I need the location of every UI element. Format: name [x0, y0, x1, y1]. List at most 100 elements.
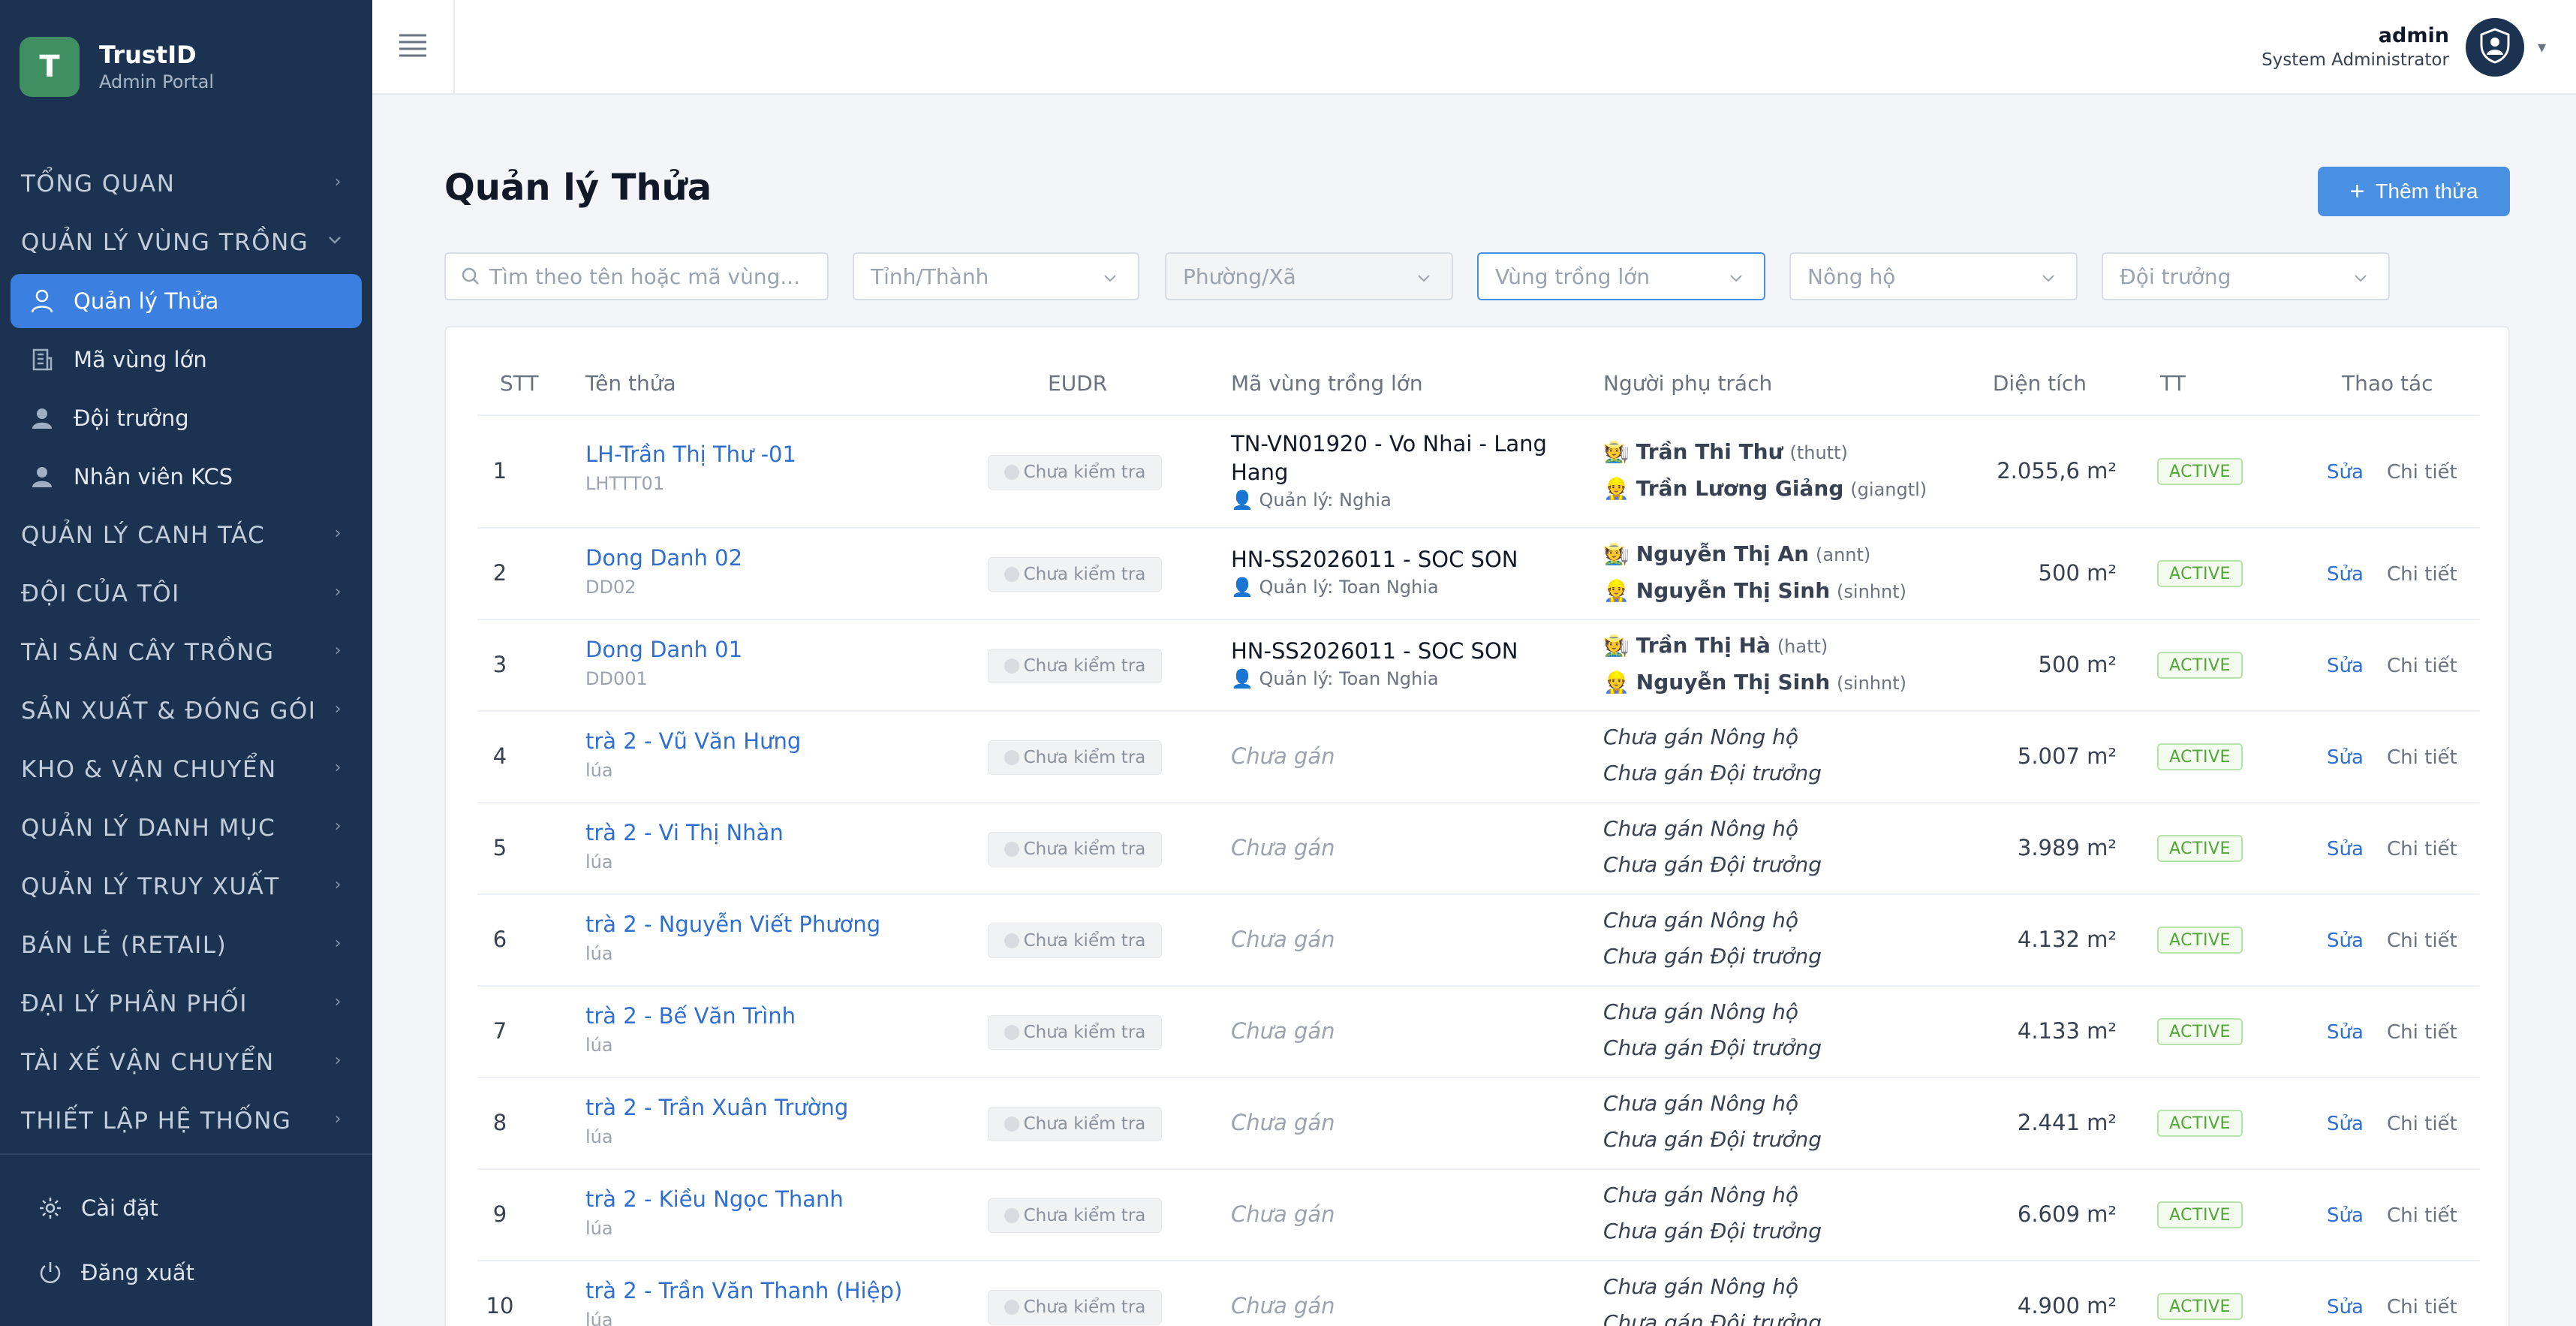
eudr-label: Chưa kiểm tra	[1023, 1206, 1146, 1225]
nav-group-drivers[interactable]: TÀI XẾ VẬN CHUYỂN ›	[0, 1033, 372, 1092]
table-row[interactable]: 8 trà 2 - Trần Xuân Trường lúa Chưa kiểm …	[477, 1077, 2480, 1168]
zone-select-value: Vùng trồng lớn	[1495, 264, 1651, 289]
gear-icon	[36, 1194, 65, 1222]
brand[interactable]: T TrustID Admin Portal	[20, 35, 214, 99]
menu-toggle-button[interactable]	[372, 0, 455, 93]
detail-button[interactable]: Chi tiết	[2387, 563, 2457, 586]
user-menu[interactable]: admin System Administrator ▾	[2262, 17, 2546, 78]
nav-group-traceability[interactable]: QUẢN LÝ TRUY XUẤT ›	[0, 857, 372, 916]
table-row[interactable]: 4 trà 2 - Vũ Văn Hưng lúa Chưa kiểm tra C…	[477, 710, 2480, 802]
plot-name-link[interactable]: trà 2 - Bế Văn Trình	[585, 1003, 796, 1029]
farmer-unassigned: Chưa gán Nông hộ	[1603, 908, 1799, 933]
edit-button[interactable]: Sửa	[2327, 563, 2364, 586]
farmer-select[interactable]: Nông hộ	[1789, 252, 2078, 300]
table-row[interactable]: 5 trà 2 - Vi Thị Nhàn lúa Chưa kiểm tra C…	[477, 802, 2480, 894]
leader-icon: 👷	[1603, 578, 1630, 603]
zone-select[interactable]: Vùng trồng lớn	[1477, 252, 1765, 300]
detail-button[interactable]: Chi tiết	[2387, 930, 2457, 952]
plot-code: lúa	[585, 851, 613, 872]
table-row[interactable]: 3 Dong Danh 01 DD001 Chưa kiểm tra HN-SS…	[477, 619, 2480, 710]
detail-button[interactable]: Chi tiết	[2387, 746, 2457, 769]
avatar[interactable]	[2465, 18, 2524, 77]
plot-name-link[interactable]: trà 2 - Trần Văn Thanh (Hiệp)	[585, 1278, 902, 1303]
eudr-badge: Chưa kiểm tra	[988, 1198, 1162, 1233]
logout-label: Đăng xuất	[81, 1260, 194, 1285]
edit-button[interactable]: Sửa	[2327, 838, 2364, 860]
edit-button[interactable]: Sửa	[2327, 655, 2364, 677]
farmer-username: (annt)	[1816, 544, 1871, 565]
nav-group-catalog[interactable]: QUẢN LÝ DANH MỤC ›	[0, 799, 372, 857]
detail-button[interactable]: Chi tiết	[2387, 655, 2457, 677]
chevron-down-icon	[327, 231, 342, 250]
nav-group-growing-areas[interactable]: QUẢN LÝ VÙNG TRỒNG	[0, 213, 372, 272]
plot-name-link[interactable]: trà 2 - Kiều Ngọc Thanh	[585, 1186, 844, 1212]
edit-button[interactable]: Sửa	[2327, 461, 2364, 484]
sidebar-item-zone-codes[interactable]: Mã vùng lớn	[0, 330, 372, 389]
farmer-unassigned: Chưa gán Nông hộ	[1603, 725, 1799, 749]
logout-button[interactable]: Đăng xuất	[0, 1240, 372, 1305]
settings-button[interactable]: Cài đặt	[0, 1176, 372, 1240]
edit-button[interactable]: Sửa	[2327, 1204, 2364, 1227]
plot-name-link[interactable]: trà 2 - Vi Thị Nhàn	[585, 820, 784, 845]
detail-button[interactable]: Chi tiết	[2387, 1204, 2457, 1227]
zone-unassigned: Chưa gán	[1231, 835, 1335, 860]
plot-name-link[interactable]: Dong Danh 02	[585, 545, 742, 571]
sidebar-item-plots[interactable]: Quản lý Thửa	[11, 274, 362, 328]
detail-button[interactable]: Chi tiết	[2387, 1113, 2457, 1135]
table-row[interactable]: 9 trà 2 - Kiều Ngọc Thanh lúa Chưa kiểm t…	[477, 1168, 2480, 1260]
sidebar-item-kcs-staff[interactable]: Nhân viên KCS	[0, 448, 372, 506]
plot-code: lúa	[585, 1309, 613, 1326]
plot-code: lúa	[585, 1218, 613, 1239]
table-row[interactable]: 1 LH-Trần Thị Thư -01 LHTTT01 Chưa kiểm …	[477, 414, 2480, 527]
nav-group-production[interactable]: SẢN XUẤT & ĐÓNG GÓI ›	[0, 682, 372, 740]
table-row[interactable]: 6 trà 2 - Nguyễn Viết Phương lúa Chưa kiể…	[477, 894, 2480, 985]
nav-group-overview[interactable]: TỔNG QUAN ›	[0, 155, 372, 213]
nav-group-system-setup[interactable]: THIẾT LẬP HỆ THỐNG ›	[0, 1092, 372, 1150]
plot-name-link[interactable]: Dong Danh 01	[585, 637, 742, 662]
province-select[interactable]: Tỉnh/Thành	[853, 252, 1139, 300]
nav-group-cultivation[interactable]: QUẢN LÝ CANH TÁC ›	[0, 506, 372, 565]
eudr-badge: Chưa kiểm tra	[988, 832, 1162, 866]
eudr-status-icon	[1004, 933, 1019, 948]
edit-button[interactable]: Sửa	[2327, 1113, 2364, 1135]
detail-button[interactable]: Chi tiết	[2387, 1021, 2457, 1044]
farmer-icon: 🧑‍🌾	[1603, 541, 1630, 566]
user-icon	[27, 403, 57, 433]
edit-button[interactable]: Sửa	[2327, 930, 2364, 952]
sidebar: T TrustID Admin Portal TỔNG QUAN › QUẢN …	[0, 0, 372, 1326]
nav-group-label: TÀI SẢN CÂY TRỒNG	[21, 639, 275, 666]
table-row[interactable]: 2 Dong Danh 02 DD02 Chưa kiểm tra HN-SS2…	[477, 527, 2480, 619]
table-row[interactable]: 7 trà 2 - Bế Văn Trình lúa Chưa kiểm tra …	[477, 985, 2480, 1077]
detail-button[interactable]: Chi tiết	[2387, 461, 2457, 484]
farmer-unassigned: Chưa gán Nông hộ	[1603, 1183, 1799, 1207]
add-plot-button[interactable]: + Thêm thửa	[2318, 167, 2510, 216]
ward-select[interactable]: Phường/Xã	[1165, 252, 1453, 300]
zone-manager: 👤 Quản lý: Toan Nghia	[1231, 577, 1591, 598]
edit-button[interactable]: Sửa	[2327, 746, 2364, 769]
table-row[interactable]: 10 trà 2 - Trần Văn Thanh (Hiệp) lúa Chưa…	[477, 1260, 2480, 1326]
nav-group-retail[interactable]: BÁN LẺ (RETAIL) ›	[0, 916, 372, 975]
nav-group-distributors[interactable]: ĐẠI LÝ PHÂN PHỐI ›	[0, 975, 372, 1033]
nav-group-my-team[interactable]: ĐỘI CỦA TÔI ›	[0, 565, 372, 623]
plot-name-link[interactable]: LH-Trần Thị Thư -01	[585, 441, 796, 467]
plot-code: lúa	[585, 760, 613, 781]
nav-group-label: BÁN LẺ (RETAIL)	[21, 932, 227, 959]
column-header-eudr: EUDR	[1048, 371, 1108, 396]
edit-button[interactable]: Sửa	[2327, 1296, 2364, 1318]
farmer-unassigned: Chưa gán Nông hộ	[1603, 999, 1799, 1024]
detail-button[interactable]: Chi tiết	[2387, 838, 2457, 860]
detail-button[interactable]: Chi tiết	[2387, 1296, 2457, 1318]
zone-manager: 👤 Quản lý: Toan Nghia	[1231, 668, 1591, 689]
plot-name-link[interactable]: trà 2 - Nguyễn Viết Phương	[585, 912, 880, 937]
sidebar-item-team-leaders[interactable]: Đội trưởng	[0, 389, 372, 448]
leader-select[interactable]: Đội trưởng	[2102, 252, 2390, 300]
plot-name-link[interactable]: trà 2 - Vũ Văn Hưng	[585, 728, 801, 754]
edit-button[interactable]: Sửa	[2327, 1021, 2364, 1044]
eudr-status-icon	[1004, 465, 1019, 480]
nav-group-crop-assets[interactable]: TÀI SẢN CÂY TRỒNG ›	[0, 623, 372, 682]
plot-code: lúa	[585, 1035, 613, 1056]
plot-name-link[interactable]: trà 2 - Trần Xuân Trường	[585, 1095, 848, 1120]
nav-group-warehouse[interactable]: KHO & VẬN CHUYỂN ›	[0, 740, 372, 799]
search-input[interactable]: Tìm theo tên hoặc mã vùng...	[444, 252, 829, 300]
eudr-status-icon	[1004, 1208, 1019, 1223]
